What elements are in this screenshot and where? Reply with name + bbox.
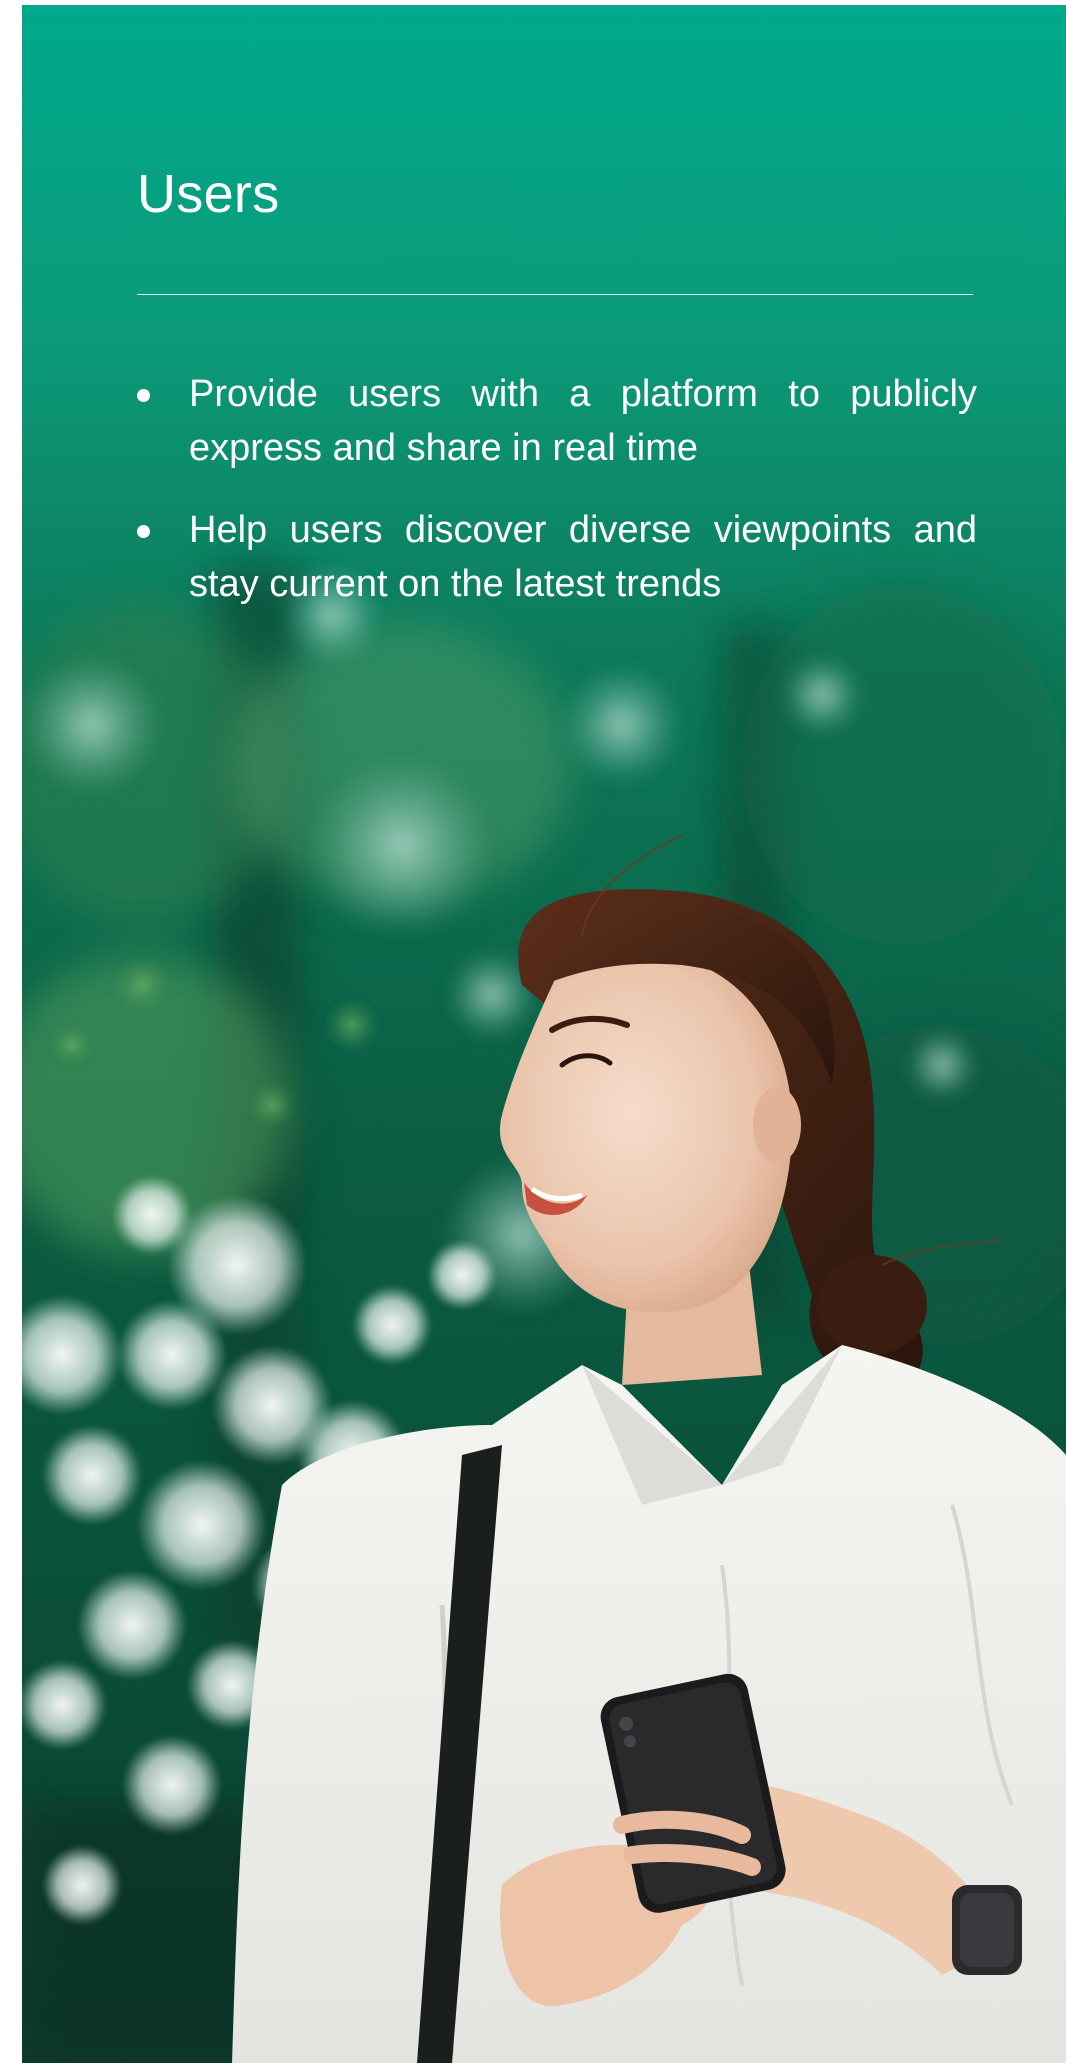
bullet-item: Provide users with a platform to publicl… (137, 367, 977, 475)
bullet-text: Help users discover diverse viewpoints a… (189, 509, 977, 606)
hero-panel: Users Provide users with a platform to p… (22, 5, 1066, 2063)
page: Users Provide users with a platform to p… (0, 0, 1066, 2063)
section-title: Users (137, 164, 280, 224)
bullet-dot-icon (137, 389, 150, 403)
title-divider (137, 294, 973, 296)
section-content: Users Provide users with a platform to p… (137, 164, 997, 639)
bullet-list: Provide users with a platform to publicl… (137, 367, 977, 611)
bullet-dot-icon (137, 525, 150, 539)
bullet-text: Provide users with a platform to publicl… (189, 373, 977, 470)
bullet-item: Help users discover diverse viewpoints a… (137, 503, 977, 611)
